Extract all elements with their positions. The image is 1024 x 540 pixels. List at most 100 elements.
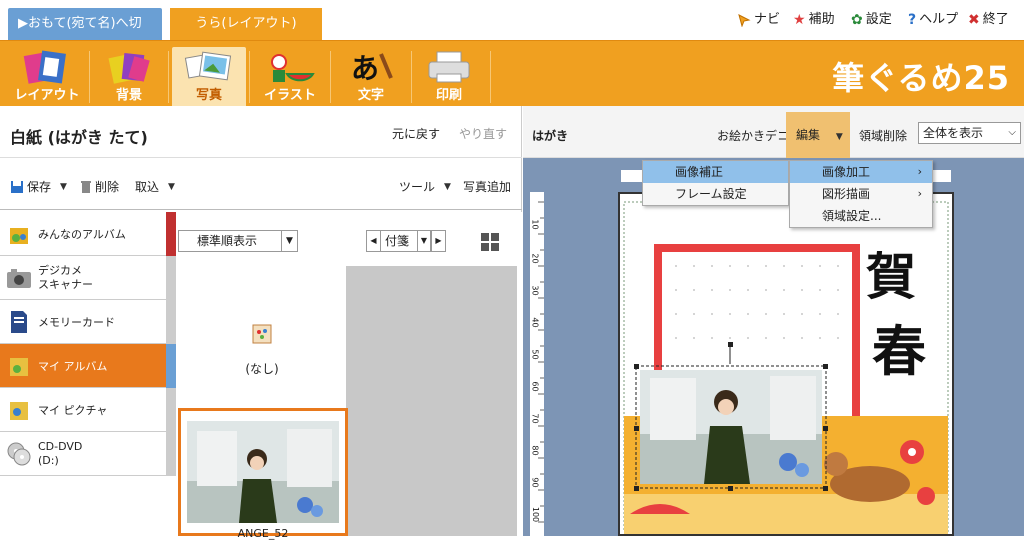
chevron-down-icon[interactable]: ⌵ <box>1008 123 1016 143</box>
text-icon: あ <box>351 52 393 85</box>
chevron-down-icon[interactable]: ▼ <box>836 132 843 142</box>
disc-icon <box>6 441 32 467</box>
settings-button[interactable]: ✿ 設定 <box>851 10 892 30</box>
chevron-down-icon[interactable]: ▼ <box>417 231 431 251</box>
edit-menu-button[interactable]: 編集 ▼ <box>786 112 850 158</box>
tag-navigator[interactable]: ◀ 付箋 ▼ ▶ <box>366 230 446 252</box>
tools-button[interactable]: ツール ▼ <box>399 178 451 195</box>
sidebar-item-camera-scanner[interactable]: デジカメ スキャナー <box>0 256 176 300</box>
tool-layout[interactable]: レイアウト <box>10 47 84 107</box>
sidebar-label: デジカメ スキャナー <box>38 263 93 291</box>
camera-icon <box>6 265 32 291</box>
thumbnail-none[interactable]: (なし) <box>178 266 346 408</box>
greeting-ga: 賀 <box>866 247 916 306</box>
photo-browser: 標準順表示 ▼ ◀ 付箋 ▼ ▶ (なし) ANGE_52 <box>176 212 522 540</box>
help-button[interactable]: ? ヘルプ <box>908 10 958 30</box>
sidebar-item-my-album[interactable]: マイ アルバム <box>0 344 176 388</box>
chevron-down-icon[interactable]: ▼ <box>168 182 175 192</box>
chevron-right-icon: › <box>917 165 922 178</box>
edit-menu: 画像補正 フレーム設定 <box>642 160 789 206</box>
chevron-down-icon[interactable]: ▼ <box>444 182 451 192</box>
menu-item-label: 図形描画 <box>822 187 871 201</box>
close-icon: ✖ <box>968 12 980 28</box>
ruler-label: 60 <box>530 381 540 392</box>
ruler-label: 70 <box>530 413 540 424</box>
tag-label: 付箋 <box>385 234 410 248</box>
tool-text[interactable]: あ 文字 <box>334 47 408 107</box>
trash-icon <box>81 180 91 193</box>
scroll-indicator <box>166 212 176 256</box>
menu-item-label: 画像加工 <box>822 165 871 179</box>
menu-item-image-processing[interactable]: 画像加工 › <box>790 161 932 183</box>
edit-bar: はがき お絵かきデコ 編集 ▼ 領域削除 全体を表示 ⌵ <box>523 106 1024 158</box>
zoom-select[interactable]: 全体を表示 ⌵ <box>918 122 1021 144</box>
grid-view-icon[interactable] <box>480 232 500 252</box>
help-assist-button[interactable]: ★ 補助 <box>793 10 835 30</box>
ruler-left: 10 20 30 40 50 60 70 80 90 100 <box>530 192 544 536</box>
sort-select[interactable]: 標準順表示 ▼ <box>178 230 298 252</box>
tool-layout-label: レイアウト <box>14 88 80 103</box>
chevron-down-icon[interactable]: ▼ <box>281 231 297 251</box>
ruler-label: 100 <box>531 506 541 523</box>
ruler-label: 10 <box>530 219 540 230</box>
illustration-icon <box>271 54 315 82</box>
sidebar-item-shared-album[interactable]: みんなのアルバム <box>0 212 176 256</box>
ruler-label: 30 <box>530 285 540 296</box>
prev-arrow-icon[interactable]: ◀ <box>367 231 381 251</box>
scroll-indicator <box>166 344 176 388</box>
ruler-label: 40 <box>530 317 540 328</box>
sidebar-item-memory-card[interactable]: メモリーカード <box>0 300 176 344</box>
scroll-indicator <box>166 256 176 300</box>
tab-omote-switch[interactable]: ▶おもて(宛て名)へ切替 <box>8 8 162 63</box>
document-bar: 白紙 (はがき たて) 元に戻す やり直す <box>0 106 522 158</box>
svg-text:あ: あ <box>351 52 379 85</box>
background-icon <box>108 53 150 84</box>
sidebar-item-cd-dvd[interactable]: CD-DVD (D:) <box>0 432 176 476</box>
exit-button[interactable]: ✖ 終了 <box>968 10 1009 30</box>
divider <box>249 51 250 103</box>
tool-background[interactable]: 背景 <box>92 47 166 107</box>
help-icon: ? <box>908 12 917 28</box>
ruler-label: 80 <box>530 445 540 456</box>
tool-illustration[interactable]: イラスト <box>253 47 327 107</box>
photo-label: ANGE_52 <box>237 527 289 540</box>
tab-ura-layout[interactable]: うら(レイアウト) <box>170 8 322 40</box>
my-album-icon <box>6 353 32 379</box>
sidebar-item-my-picture[interactable]: マイ ピクチャ <box>0 388 176 432</box>
source-sidebar: みんなのアルバム デジカメ スキャナー メモリーカード マイ アルバム マイ ピ… <box>0 212 176 536</box>
star-icon: ★ <box>793 12 806 28</box>
menu-item-image-correction[interactable]: 画像補正 <box>643 161 788 183</box>
my-picture-icon <box>6 397 32 423</box>
menu-item-area-settings[interactable]: 領域設定... <box>790 205 932 227</box>
none-label: (なし) <box>245 362 279 376</box>
import-button[interactable]: 取込 ▼ <box>135 178 175 195</box>
chevron-down-icon[interactable]: ▼ <box>60 182 67 192</box>
divider <box>89 51 90 103</box>
navi-button[interactable]: ナビ <box>737 10 780 30</box>
add-photo-button[interactable]: 写真追加 <box>463 178 511 195</box>
scroll-indicator <box>166 388 176 432</box>
tool-photo[interactable]: 写真 <box>172 47 246 107</box>
menu-item-frame-settings[interactable]: フレーム設定 <box>643 183 788 205</box>
thumbnail-photo[interactable]: ANGE_52 <box>178 408 348 540</box>
layout-icon <box>23 50 66 84</box>
save-button[interactable]: 保存 ▼ <box>10 178 67 195</box>
clear-area-button[interactable]: 領域削除 <box>859 127 907 144</box>
zoom-value: 全体を表示 <box>923 126 984 140</box>
tool-print[interactable]: 印刷 <box>412 47 486 107</box>
cursor-icon <box>738 14 751 27</box>
photo-thumbnail-image <box>187 421 339 523</box>
redo-button[interactable]: やり直す <box>459 125 507 142</box>
delete-button[interactable]: 削除 <box>80 178 119 195</box>
sidebar-label: CD-DVD (D:) <box>38 439 83 467</box>
tool-illustration-label: イラスト <box>264 88 316 103</box>
ruler-label: 20 <box>530 253 540 264</box>
postcard-canvas[interactable]: 賀 春 <box>618 192 954 536</box>
tool-print-label: 印刷 <box>435 88 462 103</box>
sidebar-label: みんなのアルバム <box>38 227 126 241</box>
drawing-deco-button[interactable]: お絵かきデコ <box>717 127 789 144</box>
menu-item-shape-drawing[interactable]: 図形描画 › <box>790 183 932 205</box>
undo-button[interactable]: 元に戻す <box>392 125 440 142</box>
ruler-label: 90 <box>530 477 540 488</box>
next-arrow-icon[interactable]: ▶ <box>431 231 445 251</box>
